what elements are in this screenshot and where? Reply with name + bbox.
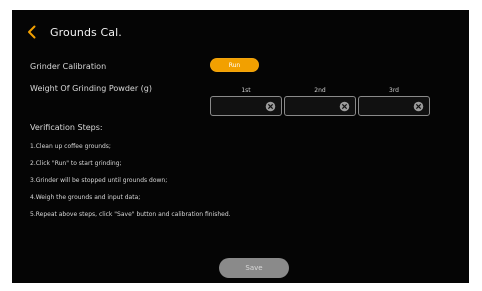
weight-input-3rd[interactable]	[365, 99, 413, 113]
column-heading-2nd: 2nd	[314, 87, 326, 94]
column-heading-1st: 1st	[241, 87, 251, 94]
verification-step: 3.Grinder will be stopped until grounds …	[30, 177, 168, 184]
verification-step: 5.Repeat above steps, click "Save" butto…	[30, 211, 231, 218]
clear-icon[interactable]	[265, 101, 276, 112]
clear-icon[interactable]	[339, 101, 350, 112]
weight-field-2nd[interactable]	[284, 96, 356, 116]
weight-label: Weight Of Grinding Powder (g)	[30, 84, 152, 93]
column-heading-3rd: 3rd	[389, 87, 399, 94]
save-button[interactable]: Save	[219, 258, 289, 278]
run-button[interactable]: Run	[210, 58, 259, 72]
grinder-calibration-label: Grinder Calibration	[30, 62, 107, 71]
page-title: Grounds Cal.	[50, 25, 122, 39]
weight-field-3rd[interactable]	[358, 96, 430, 116]
chevron-left-icon[interactable]	[24, 24, 40, 40]
verification-title: Verification Steps:	[30, 123, 103, 132]
weight-input-1st[interactable]	[217, 99, 265, 113]
verification-step: 4.Weigh the grounds and input data;	[30, 194, 141, 201]
screen: Grounds Cal. Grinder Calibration Run Wei…	[12, 10, 469, 283]
verification-step: 2.Click "Run" to start grinding;	[30, 160, 122, 167]
clear-icon[interactable]	[413, 101, 424, 112]
verification-step: 1.Clean up coffee grounds;	[30, 143, 111, 150]
header: Grounds Cal.	[24, 24, 122, 40]
weight-field-1st[interactable]	[210, 96, 282, 116]
verification-steps: 1.Clean up coffee grounds; 2.Click "Run"…	[30, 138, 231, 223]
weight-input-2nd[interactable]	[291, 99, 339, 113]
